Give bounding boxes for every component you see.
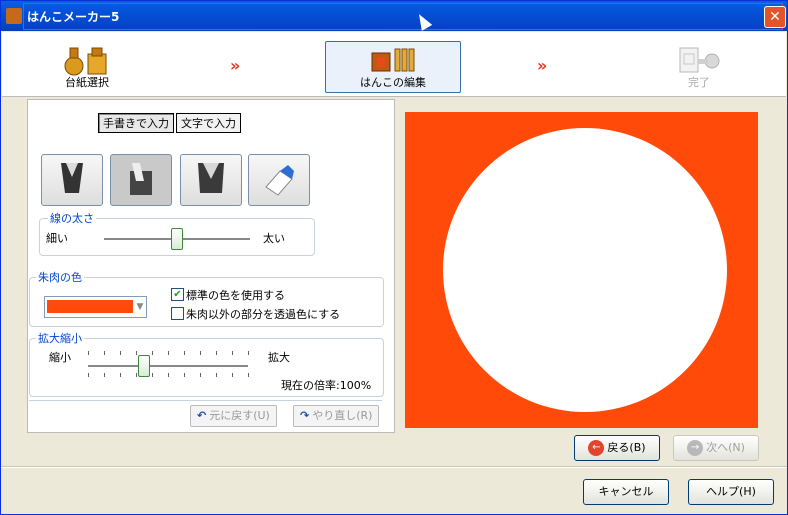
zoom-tick: [248, 373, 249, 377]
transparent-background-label: 朱肉以外の部分を透過色にする: [186, 308, 341, 321]
zoom-slider-thumb[interactable]: [138, 355, 150, 377]
brush-tool-button[interactable]: [41, 154, 103, 206]
group-title: 拡大縮小: [36, 330, 84, 346]
slider-max-label: 太い: [263, 232, 285, 245]
app-icon: [6, 8, 22, 24]
zoom-tick: [232, 373, 233, 377]
zoom-tick: [184, 351, 185, 355]
pen-tool-button[interactable]: [180, 154, 242, 206]
ink-color-dropdown[interactable]: ▼: [44, 296, 147, 318]
zoom-tick: [120, 373, 121, 377]
next-button[interactable]: → 次へ(N): [673, 435, 759, 461]
stamp-circle: [443, 128, 727, 412]
zoom-tick: [88, 351, 89, 355]
step-edit-stamp: はんこの編集: [325, 41, 461, 93]
zoom-tick: [136, 351, 137, 355]
ink-color-group: 朱肉の色 ▼ ✔ 標準の色を使用する 朱肉以外の部分を透過色にする: [29, 269, 384, 327]
group-title: 朱肉の色: [36, 269, 84, 285]
back-arrow-icon: ←: [588, 440, 605, 456]
pen-icon: [198, 163, 224, 193]
step-label: はんこの編集: [360, 76, 426, 89]
slider-min-label: 縮小: [49, 351, 71, 364]
ink-color-swatch: [47, 300, 133, 313]
redo-label: やり直し(R): [312, 409, 373, 422]
marker-icon: [130, 163, 152, 195]
stamp-preview-canvas[interactable]: [405, 112, 758, 428]
panel-divider: [29, 400, 382, 401]
undo-arrow-icon: ↶: [197, 409, 207, 422]
slider-max-label: 拡大: [268, 351, 290, 364]
editor-panel: 手書きで入力 文字で入力 線の太さ 細い 太い 朱肉の色 ▼ ✔ 標準の色を使用…: [27, 99, 395, 433]
zoom-tick: [152, 373, 153, 377]
text-mode-button[interactable]: 文字で入力: [176, 113, 241, 133]
back-button[interactable]: ← 戻る(B): [574, 435, 660, 461]
chevron-down-icon: ▼: [136, 302, 144, 312]
next-arrow-icon: →: [687, 440, 704, 456]
brush-icon: [61, 163, 83, 193]
back-label: 戻る(B): [607, 441, 646, 454]
wizard-steps: 台紙選択 » はんこの編集 » 完了: [2, 32, 786, 97]
help-button[interactable]: ヘルプ(H): [688, 479, 774, 505]
title-bar[interactable]: はんこメーカー5 ✕: [1, 1, 787, 31]
title-selection-frame: [23, 3, 783, 30]
use-standard-color-label: 標準の色を使用する: [186, 289, 285, 302]
zoom-tick: [120, 351, 121, 355]
stamp-edit-icon: [371, 48, 415, 72]
input-mode-toggle: 手書きで入力 文字で入力: [98, 113, 243, 133]
current-zoom-text: 現在の倍率:100%: [281, 379, 372, 392]
eraser-icon: [265, 165, 294, 196]
step-label: 完了: [688, 76, 710, 89]
zoom-group: 拡大縮小 縮小 拡大 現在の倍率:100%: [29, 330, 384, 397]
step-arrow-icon: »: [230, 56, 241, 75]
handwritten-mode-button[interactable]: 手書きで入力: [98, 113, 174, 133]
line-width-group: 線の太さ 細い 太い: [39, 210, 315, 256]
zoom-tick: [88, 373, 89, 377]
undo-button[interactable]: ↶ 元に戻す(U): [190, 405, 277, 427]
redo-arrow-icon: ↷: [300, 409, 310, 422]
cancel-button[interactable]: キャンセル: [583, 479, 669, 505]
zoom-track[interactable]: [88, 365, 248, 368]
zoom-tick: [184, 373, 185, 377]
use-standard-color-checkbox[interactable]: ✔: [171, 288, 184, 301]
eraser-tool-button[interactable]: [248, 154, 310, 206]
step-arrow-icon: »: [537, 56, 548, 75]
step-label: 台紙選択: [65, 76, 109, 89]
zoom-tick: [152, 351, 153, 355]
slider-min-label: 細い: [46, 232, 68, 245]
zoom-tick: [136, 373, 137, 377]
close-button[interactable]: ✕: [764, 6, 786, 28]
line-width-slider-thumb[interactable]: [171, 228, 183, 250]
footer-separator: [1, 466, 787, 468]
zoom-tick: [168, 373, 169, 377]
redo-button[interactable]: ↷ やり直し(R): [293, 405, 380, 427]
step-complete: 完了: [654, 38, 744, 92]
group-title: 線の太さ: [48, 210, 96, 226]
zoom-tick: [104, 373, 105, 377]
zoom-tick: [104, 351, 105, 355]
step-select-paper: 台紙選択: [42, 38, 132, 92]
zoom-tick: [232, 351, 233, 355]
transparent-background-checkbox[interactable]: [171, 307, 184, 320]
zoom-tick: [200, 373, 201, 377]
app-window: はんこメーカー5 ✕ 台紙選択 » はんこの編集 » 完了 手書きで入力 文字で…: [0, 0, 788, 515]
zoom-tick: [248, 351, 249, 355]
undo-label: 元に戻す(U): [209, 409, 270, 422]
zoom-tick: [168, 351, 169, 355]
next-label: 次へ(N): [706, 441, 745, 454]
zoom-tick: [200, 351, 201, 355]
zoom-tick: [216, 351, 217, 355]
marker-tool-button[interactable]: [110, 154, 172, 206]
zoom-tick: [216, 373, 217, 377]
